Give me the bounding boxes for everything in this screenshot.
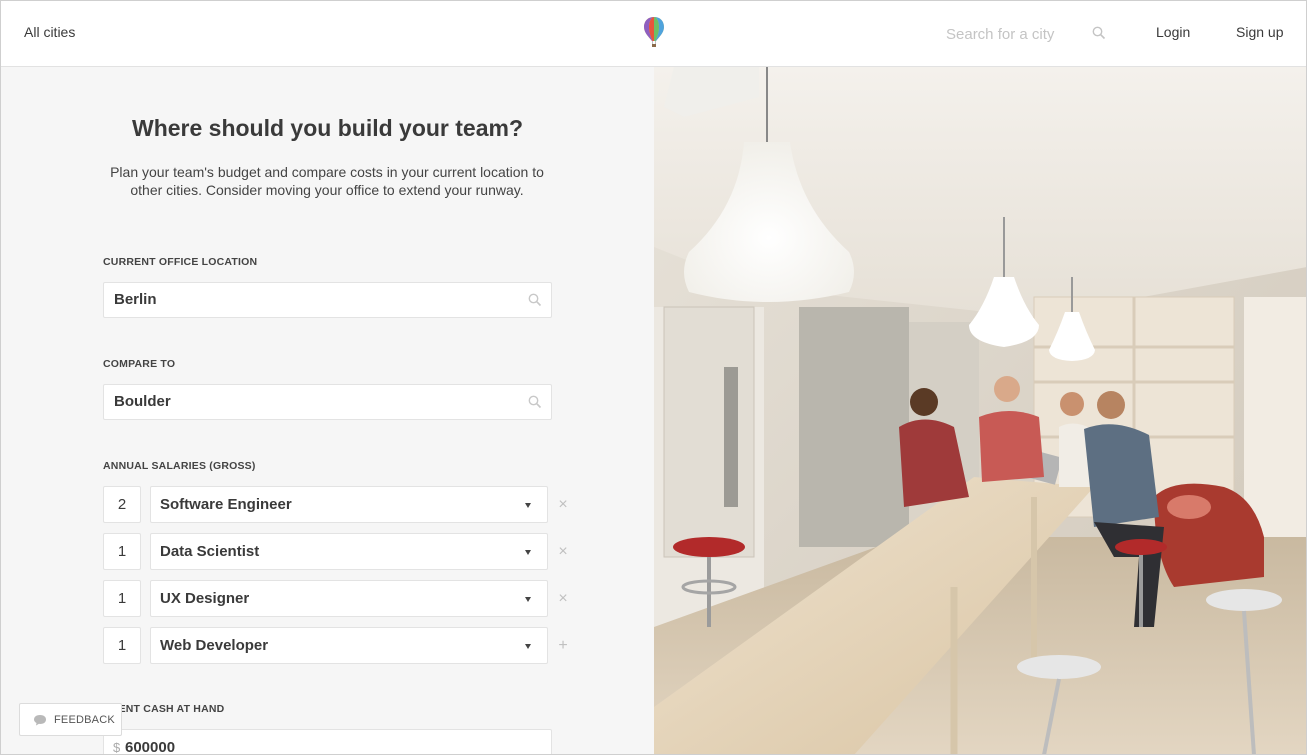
role-select-value: Software Engineer [160, 496, 292, 513]
currency-symbol: $ [113, 740, 121, 755]
search-icon [528, 395, 542, 409]
current-office-field[interactable]: Berlin [103, 282, 552, 318]
feedback-button[interactable]: FEEDBACK [19, 703, 122, 736]
planner-panel: Where should you build your team? Plan y… [1, 67, 654, 755]
role-select-value: UX Designer [160, 590, 250, 607]
caret-down-icon [525, 550, 531, 555]
headcount-input[interactable]: 1 [103, 627, 141, 664]
page-title: Where should you build your team? [131, 115, 524, 141]
all-cities-link[interactable]: All cities [24, 24, 75, 40]
caret-down-icon [525, 597, 531, 602]
office-team-photo [654, 67, 1307, 755]
city-search-input[interactable] [946, 22, 1086, 46]
remove-row-button[interactable]: × [556, 544, 570, 560]
office-photo-illustration [654, 67, 1307, 755]
role-select[interactable]: UX Designer [150, 580, 548, 617]
remove-row-button[interactable]: × [556, 591, 570, 607]
compare-to-label: COMPARE TO [103, 358, 176, 370]
signup-link[interactable]: Sign up [1236, 24, 1283, 40]
cash-value: 600000 [125, 739, 176, 755]
add-row-button[interactable]: + [556, 638, 570, 654]
headcount-input[interactable]: 1 [103, 580, 141, 617]
header-search [946, 22, 1106, 46]
search-icon [528, 293, 542, 307]
caret-down-icon [525, 503, 531, 508]
top-header: All cities Login Sign up [0, 0, 1307, 67]
caret-down-icon [525, 644, 531, 649]
role-select-value: Web Developer [160, 637, 269, 654]
compare-to-value: Boulder [114, 393, 171, 410]
role-select-value: Data Scientist [160, 543, 260, 560]
hot-air-balloon-icon[interactable] [642, 16, 666, 50]
current-office-value: Berlin [114, 291, 157, 308]
cash-input[interactable]: $ 600000 [103, 729, 552, 755]
role-select[interactable]: Web Developer [150, 627, 548, 664]
remove-row-button[interactable]: × [556, 497, 570, 513]
speech-bubble-icon [34, 715, 46, 726]
headcount-input[interactable]: 1 [103, 533, 141, 570]
current-office-label: CURRENT OFFICE LOCATION [103, 256, 258, 268]
intro-text: Plan your team's budget and compare cost… [110, 164, 544, 198]
feedback-label: FEEDBACK [54, 714, 115, 726]
search-icon[interactable] [1092, 26, 1106, 40]
salaries-label: ANNUAL SALARIES (GROSS) [103, 460, 256, 472]
headcount-input[interactable]: 2 [103, 486, 141, 523]
compare-to-field[interactable]: Boulder [103, 384, 552, 420]
role-select[interactable]: Data Scientist [150, 533, 548, 570]
login-link[interactable]: Login [1156, 24, 1190, 40]
role-select[interactable]: Software Engineer [150, 486, 548, 523]
